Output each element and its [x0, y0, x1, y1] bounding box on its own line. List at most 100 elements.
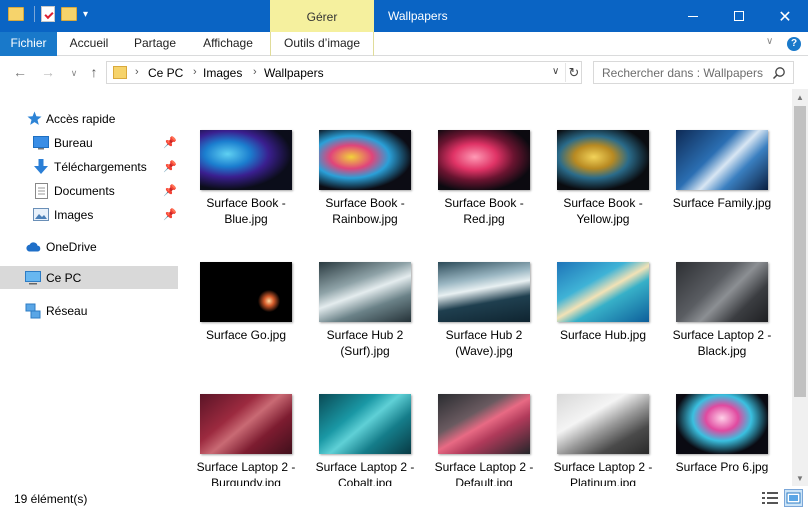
search-box[interactable]: Rechercher dans : Wallpapers: [593, 61, 794, 84]
minimize-icon: [688, 15, 698, 17]
file-item[interactable]: Surface Laptop 2 - Default.jpg: [428, 394, 540, 486]
file-item[interactable]: Surface Book - Blue.jpg: [190, 130, 302, 250]
image-thumbnail: [319, 394, 411, 454]
sidebar-item-label: Images: [54, 207, 94, 222]
file-item[interactable]: Surface Laptop 2 - Cobalt.jpg: [309, 394, 421, 486]
maximize-icon: [734, 11, 744, 21]
sidebar-item-reseau[interactable]: Réseau: [0, 299, 178, 322]
contextual-tab-header: Gérer: [270, 0, 374, 32]
up-arrow-icon[interactable]: ↑: [84, 64, 104, 80]
file-name: Surface Laptop 2 - Black.jpg: [672, 328, 772, 358]
file-name: Surface Go.jpg: [205, 328, 287, 342]
scrollbar-thumb[interactable]: [794, 106, 806, 397]
file-item[interactable]: Surface Hub 2 (Surf).jpg: [309, 262, 421, 382]
sidebar-item-documents[interactable]: Documents 📌: [0, 179, 178, 202]
toolbar-divider: [34, 6, 35, 22]
sidebar-item-ce-pc[interactable]: Ce PC: [0, 266, 178, 289]
pin-icon: 📌: [163, 137, 177, 149]
search-input[interactable]: Rechercher dans : Wallpapers: [602, 66, 763, 80]
sidebar-item-telechargements[interactable]: Téléchargements 📌: [0, 155, 178, 178]
file-item[interactable]: Surface Go.jpg: [190, 262, 302, 382]
file-grid: Surface Book - Blue.jpg Surface Book - R…: [178, 89, 792, 486]
tab-affichage[interactable]: Affichage: [194, 32, 262, 56]
image-thumbnail: [319, 262, 411, 322]
recent-locations-icon[interactable]: ∨: [64, 68, 84, 79]
customize-toolbar-icon[interactable]: ▾: [83, 9, 88, 20]
file-item[interactable]: Surface Family.jpg: [666, 130, 778, 250]
file-item[interactable]: Surface Laptop 2 - Platinum.jpg: [547, 394, 659, 486]
sidebar-item-label: Bureau: [54, 135, 93, 150]
chevron-right-icon[interactable]: ›: [135, 66, 139, 78]
file-item[interactable]: Surface Laptop 2 - Black.jpg: [666, 262, 778, 382]
window-title: Wallpapers: [388, 9, 448, 23]
file-item[interactable]: Surface Laptop 2 - Burgundy.jpg: [190, 394, 302, 486]
chevron-right-icon[interactable]: ›: [253, 66, 257, 78]
search-icon[interactable]: [772, 66, 786, 80]
file-name: Surface Hub 2 (Surf).jpg: [326, 328, 404, 358]
refresh-icon[interactable]: ↻: [565, 63, 582, 82]
chevron-right-icon[interactable]: ›: [193, 66, 197, 78]
file-item[interactable]: Surface Book - Yellow.jpg: [547, 130, 659, 250]
computer-icon: [25, 270, 41, 286]
breadcrumb-wallpapers[interactable]: Wallpapers: [264, 66, 324, 80]
minimize-button[interactable]: [670, 0, 716, 32]
details-view-icon[interactable]: [762, 491, 778, 505]
new-folder-icon[interactable]: [61, 7, 77, 21]
file-name: Surface Laptop 2 - Cobalt.jpg: [315, 460, 415, 486]
tab-accueil[interactable]: Accueil: [62, 32, 116, 56]
pictures-icon: [33, 207, 49, 223]
maximize-button[interactable]: [716, 0, 762, 32]
breadcrumb-images[interactable]: Images: [203, 66, 242, 80]
tab-fichier[interactable]: Fichier: [0, 32, 57, 56]
image-thumbnail: [319, 130, 411, 190]
sidebar-item-label: Documents: [54, 183, 115, 198]
large-icons-view-icon[interactable]: [784, 489, 803, 507]
quick-access-toolbar: ▾: [8, 6, 88, 22]
help-icon[interactable]: ?: [787, 37, 801, 51]
breadcrumb-ce-pc[interactable]: Ce PC: [148, 66, 183, 80]
file-name: Surface Laptop 2 - Burgundy.jpg: [196, 460, 296, 486]
sidebar-item-label: Réseau: [46, 303, 88, 318]
sidebar-item-label: Téléchargements: [54, 159, 147, 174]
file-name: Surface Book - Blue.jpg: [206, 196, 286, 226]
tab-partage[interactable]: Partage: [126, 32, 184, 56]
file-name: Surface Book - Rainbow.jpg: [325, 196, 405, 226]
image-thumbnail: [676, 394, 768, 454]
image-thumbnail: [438, 394, 530, 454]
expand-ribbon-icon[interactable]: ∨: [766, 36, 773, 47]
image-thumbnail: [200, 130, 292, 190]
file-name: Surface Family.jpg: [672, 196, 772, 210]
scroll-down-icon[interactable]: ▼: [796, 474, 804, 483]
star-icon: [26, 111, 42, 127]
file-item[interactable]: Surface Book - Rainbow.jpg: [309, 130, 421, 250]
desktop-icon: [33, 135, 49, 151]
file-name: Surface Pro 6.jpg: [675, 460, 769, 474]
vertical-scrollbar[interactable]: ▲ ▼: [792, 89, 808, 486]
file-item[interactable]: Surface Book - Red.jpg: [428, 130, 540, 250]
address-bar[interactable]: › Ce PC › Images › Wallpapers ∨ ↻: [106, 61, 582, 84]
folder-icon: [113, 66, 127, 79]
image-thumbnail: [557, 394, 649, 454]
folder-icon[interactable]: [8, 7, 24, 21]
close-button[interactable]: ✕: [762, 0, 808, 32]
sidebar-item-label: Accès rapide: [46, 111, 116, 126]
close-icon: ✕: [778, 6, 792, 26]
sidebar-item-images[interactable]: Images 📌: [0, 203, 178, 226]
image-thumbnail: [676, 262, 768, 322]
file-item[interactable]: Surface Hub.jpg: [547, 262, 659, 382]
sidebar-item-onedrive[interactable]: OneDrive: [0, 235, 178, 258]
chevron-down-icon[interactable]: ∨: [552, 66, 559, 77]
back-arrow-icon[interactable]: ←: [10, 64, 30, 80]
sidebar-item-bureau[interactable]: Bureau 📌: [0, 131, 178, 154]
sidebar-item-acces-rapide[interactable]: Accès rapide: [0, 107, 178, 130]
forward-arrow-icon[interactable]: →: [38, 64, 58, 80]
file-item[interactable]: Surface Pro 6.jpg: [666, 394, 778, 486]
properties-icon[interactable]: [41, 6, 55, 22]
title-bar: ▾ Gérer Wallpapers ✕: [0, 0, 808, 32]
sidebar-item-label: Ce PC: [46, 270, 82, 285]
tab-outils-image[interactable]: Outils d’image: [270, 32, 374, 56]
file-item[interactable]: Surface Hub 2 (Wave).jpg: [428, 262, 540, 382]
file-name: Surface Hub.jpg: [559, 328, 647, 342]
scroll-up-icon[interactable]: ▲: [796, 93, 804, 102]
network-icon: [25, 303, 41, 319]
